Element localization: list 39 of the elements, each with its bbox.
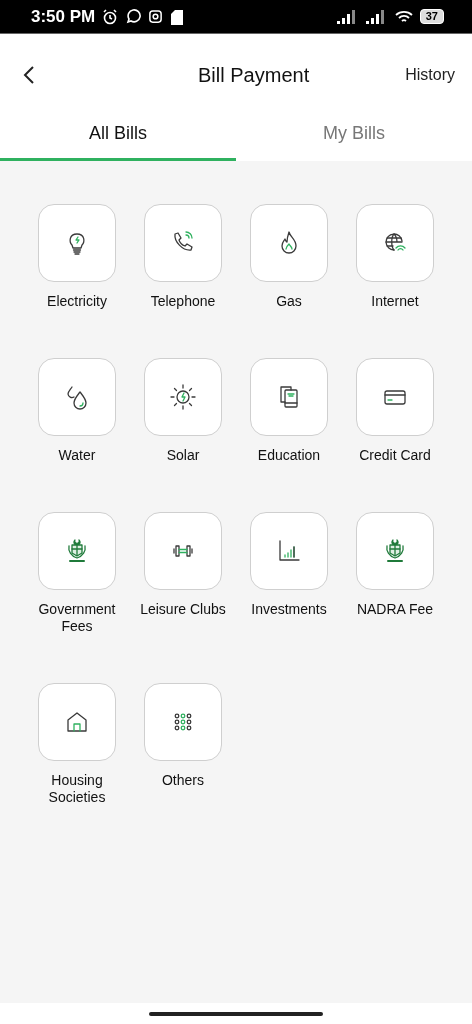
- category-tile[interactable]: [356, 358, 434, 436]
- category-tile[interactable]: [144, 512, 222, 590]
- chat-icon: [125, 8, 142, 25]
- category-tile[interactable]: [250, 204, 328, 282]
- category-label: Credit Card: [358, 447, 432, 464]
- home-indicator[interactable]: [149, 1011, 323, 1016]
- category-label: Education: [256, 447, 322, 464]
- page-title: Bill Payment: [198, 63, 310, 87]
- category-tile[interactable]: [250, 512, 328, 590]
- battery-level: 37: [419, 9, 444, 24]
- status-time: 3:50 PM: [31, 6, 96, 27]
- category-label: Electricity: [46, 293, 108, 310]
- history-button[interactable]: History: [405, 66, 455, 84]
- sim-card-icon: [170, 8, 185, 25]
- category-tile[interactable]: [38, 512, 116, 590]
- category-label: NADRA Fee: [355, 601, 435, 618]
- category-label: Telephone: [149, 293, 217, 310]
- category-label: Internet: [370, 293, 420, 310]
- category-tile[interactable]: [38, 358, 116, 436]
- category-tile[interactable]: [144, 358, 222, 436]
- category-tile[interactable]: [38, 204, 116, 282]
- category-label: Water: [57, 447, 97, 464]
- category-label: Leisure Clubs: [139, 601, 227, 618]
- category-label: Gas: [275, 293, 303, 310]
- category-label: Housing Societies: [47, 772, 107, 806]
- category-tile[interactable]: [250, 358, 328, 436]
- category-label: Solar: [165, 447, 201, 464]
- alarm-icon: [102, 8, 119, 25]
- category-tile[interactable]: [356, 512, 434, 590]
- category-label: Government Fees: [37, 601, 117, 635]
- category-tile[interactable]: [144, 683, 222, 761]
- category-tile[interactable]: [144, 204, 222, 282]
- category-label: Others: [161, 772, 205, 789]
- wifi-icon: [394, 9, 413, 24]
- category-label: Investments: [250, 601, 328, 618]
- category-tile[interactable]: [356, 204, 434, 282]
- category-tile[interactable]: [38, 683, 116, 761]
- camera-icon: [148, 9, 164, 24]
- sun-bolt-icon: [168, 382, 198, 412]
